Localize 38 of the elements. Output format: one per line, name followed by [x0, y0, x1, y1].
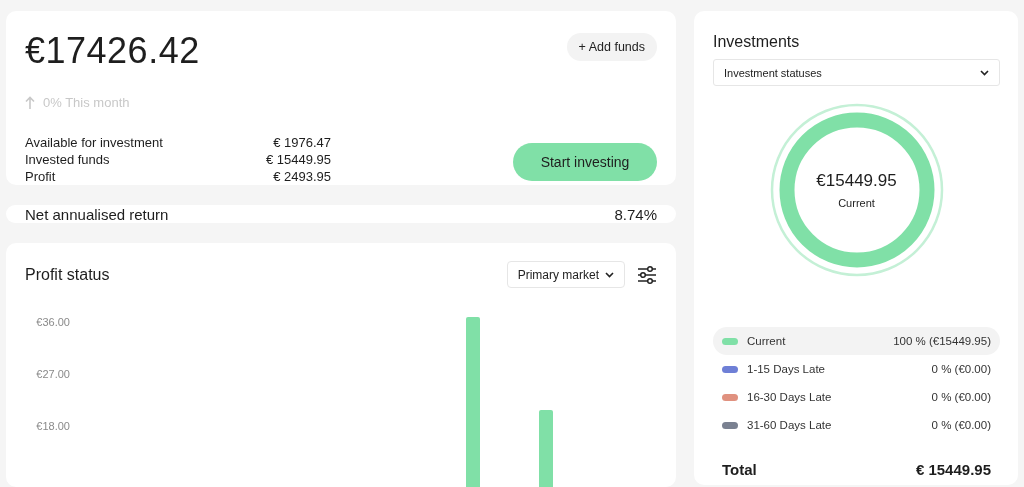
filter-sliders-icon[interactable]: [637, 264, 657, 285]
chevron-down-icon: [980, 69, 989, 76]
total-value: € 15449.95: [915, 461, 991, 478]
legend-label: Current: [747, 335, 787, 347]
net-return-label: Net annualised return: [25, 205, 169, 223]
y-axis-label: €18.00: [36, 419, 70, 433]
legend-label: 31-60 Days Late: [747, 419, 833, 431]
legend-label: 1-15 Days Late: [747, 363, 826, 375]
stat-value: € 1976.47: [273, 134, 331, 151]
status-dropdown[interactable]: Investment statuses: [713, 59, 1000, 86]
market-dropdown[interactable]: Primary market: [506, 261, 625, 288]
net-return-value: 8.74%: [614, 205, 657, 223]
legend-row[interactable]: Current 100 % (€15449.95): [713, 327, 1000, 355]
profit-status-title: Profit status: [25, 265, 110, 284]
stat-label: Invested funds: [25, 151, 110, 168]
donut-center-value: €15449.95: [816, 171, 897, 191]
up-arrow-icon: [25, 95, 35, 110]
total-label: Total: [722, 461, 757, 478]
legend-row[interactable]: 31-60 Days Late 0 % (€0.00): [713, 411, 1000, 439]
add-funds-button[interactable]: + Add funds: [566, 33, 657, 61]
investments-title: Investments: [713, 33, 801, 51]
stat-label: Available for investment: [25, 134, 163, 151]
stat-value: € 15449.95: [265, 151, 331, 168]
legend-label: 16-30 Days Late: [747, 391, 833, 403]
y-axis-label: €36.00: [36, 315, 70, 329]
stat-value: € 2493.95: [273, 168, 331, 185]
y-axis-label: €27.00: [36, 367, 70, 381]
legend-value: 0 % (€0.00): [931, 419, 991, 431]
legend-value: 100 % (€15449.95): [893, 335, 991, 347]
stat-label: Profit: [25, 168, 56, 185]
start-investing-button[interactable]: Start investing: [513, 142, 657, 181]
legend-row[interactable]: 1-15 Days Late 0 % (€0.00): [713, 355, 1000, 383]
balance-amount: €17426.42: [25, 31, 200, 71]
chevron-down-icon: [605, 271, 614, 278]
donut-center-label: Current: [838, 197, 875, 209]
legend-value: 0 % (€0.00): [931, 391, 991, 403]
legend-row[interactable]: 16-30 Days Late 0 % (€0.00): [713, 383, 1000, 411]
legend-value: 0 % (€0.00): [931, 363, 991, 375]
